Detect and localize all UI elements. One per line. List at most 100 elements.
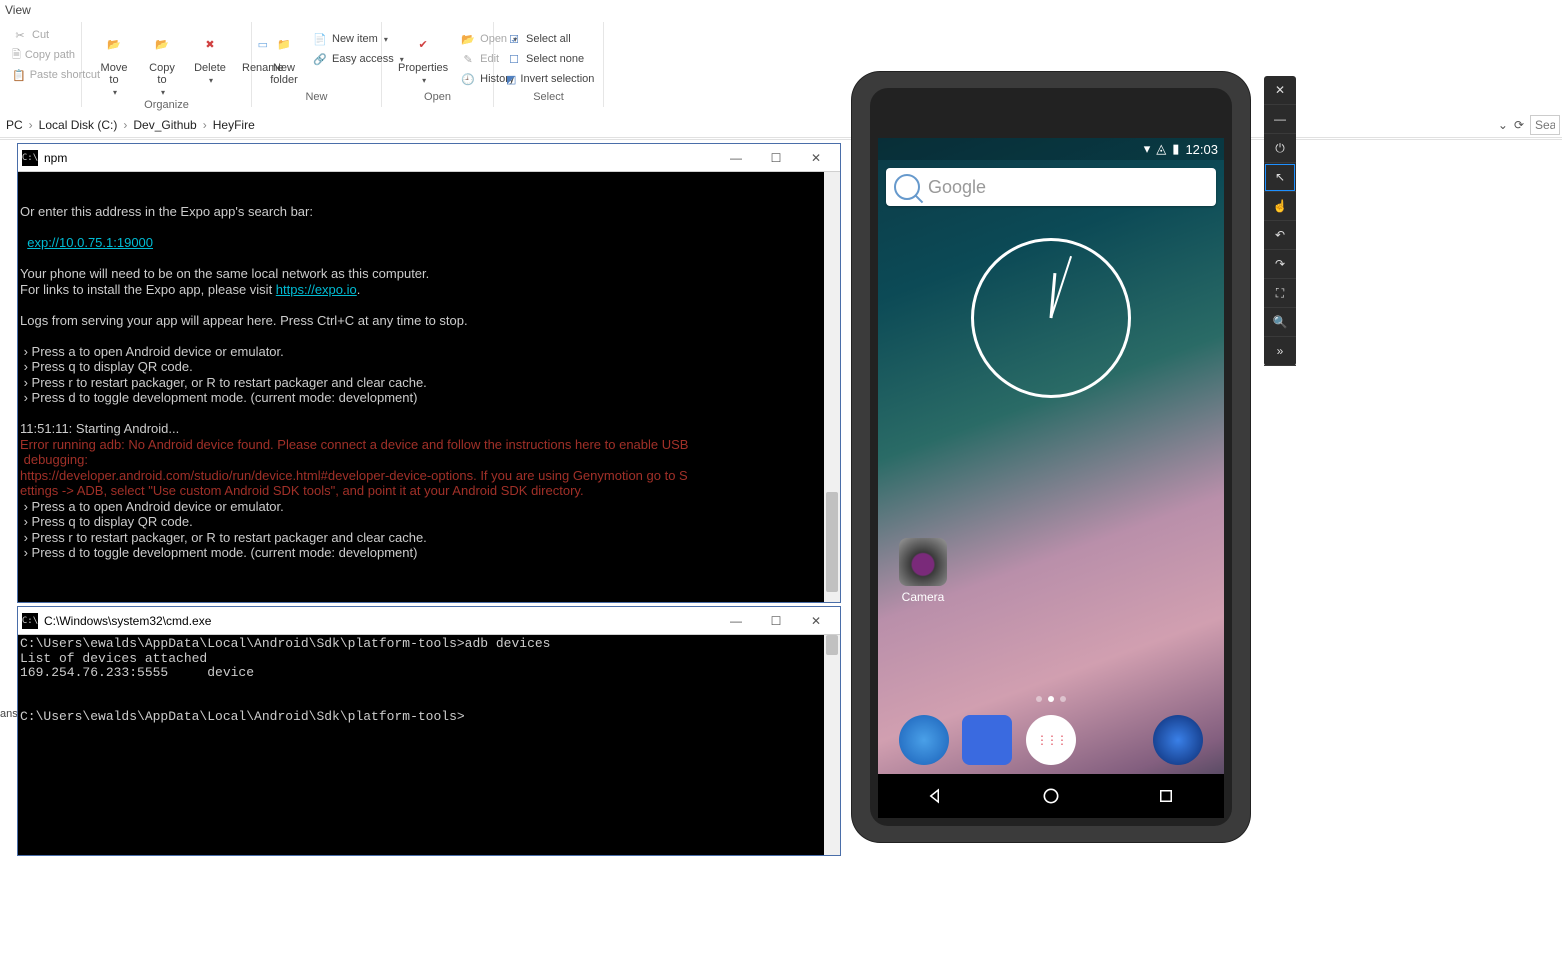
cmd-icon: C:\ [22, 613, 38, 629]
android-status-bar: ▾ ◬ ▮ 12:03 [878, 138, 1224, 160]
close-button[interactable]: ✕ [796, 146, 836, 170]
new-item-icon: 📄 [312, 31, 328, 47]
breadcrumb-item[interactable]: Dev_Github [133, 118, 196, 132]
expo-site-link[interactable]: https://expo.io [276, 282, 357, 297]
no-sim-icon: ◬ [1156, 141, 1166, 157]
easy-access-icon: 🔗 [312, 51, 328, 67]
move-icon: 📂 [98, 28, 130, 60]
properties-icon: ✔ [407, 28, 439, 60]
select-all-icon: ☑ [506, 31, 522, 47]
chevron-right-icon: › [123, 118, 127, 132]
chevron-down-icon: ▾ [113, 88, 117, 97]
emu-touch-button[interactable]: ☝ [1264, 192, 1296, 221]
status-time: 12:03 [1185, 142, 1218, 157]
window-title: C:\Windows\system32\cmd.exe [44, 614, 710, 628]
camera-icon [899, 538, 947, 586]
ribbon-tab-view[interactable]: View [5, 3, 31, 17]
emu-power-button[interactable]: ⏻ [1264, 134, 1296, 163]
group-label-organize: Organize [92, 99, 241, 111]
window-title: npm [44, 151, 710, 165]
emu-minimize-button[interactable]: — [1264, 105, 1296, 134]
home-page-indicator [878, 696, 1224, 702]
ribbon-body: ✂Cut 🗎Copy path 📋Paste shortcut 📂Move to… [0, 22, 1562, 107]
ribbon-group-organize: 📂Move to▾ 📂Copy to▾ ✖Delete▾ ▭Rename Org… [82, 22, 252, 107]
scrollbar[interactable] [824, 635, 840, 855]
phone-app-icon[interactable] [899, 715, 949, 765]
minimize-button[interactable]: — [716, 146, 756, 170]
breadcrumb-item[interactable]: Local Disk (C:) [39, 118, 118, 132]
terminal-output[interactable]: Or enter this address in the Expo app's … [18, 172, 840, 564]
scrollbar-thumb[interactable] [826, 492, 838, 592]
google-placeholder: Google [928, 177, 986, 198]
emulator-toolbar: ✕ — ⏻ ↖ ☝ ↶ ↷ ⛶ 🔍 » [1264, 76, 1296, 366]
cmd-icon: C:\ [22, 150, 38, 166]
new-folder-button[interactable]: 📁New folder [262, 26, 306, 88]
terminal-output[interactable]: C:\Users\ewalds\AppData\Local\Android\Sd… [18, 635, 840, 726]
terminal-window-npm: C:\ npm — ☐ ✕ Or enter this address in t… [17, 143, 841, 603]
emu-rotate-left-button[interactable]: ↶ [1264, 221, 1296, 250]
ribbon-group-clipboard: ✂Cut 🗎Copy path 📋Paste shortcut [0, 22, 82, 107]
refresh-icon[interactable]: ⟳ [1514, 118, 1524, 132]
copy-to-button[interactable]: 📂Copy to▾ [140, 26, 184, 99]
ribbon-group-open: ✔Properties▾ 📂Open▾ ✎Edit 🕘History Open [382, 22, 494, 107]
select-none-button[interactable]: ☐Select none [504, 50, 593, 68]
edit-icon: ✎ [460, 51, 476, 67]
group-label-new: New [262, 91, 371, 103]
chevron-down-icon: ▾ [161, 88, 165, 97]
move-to-button[interactable]: 📂Move to▾ [92, 26, 136, 99]
breadcrumb-item[interactable]: PC [6, 118, 23, 132]
analog-clock-widget[interactable] [971, 238, 1131, 398]
cut-button[interactable]: ✂Cut [10, 26, 71, 44]
minimize-button[interactable]: — [716, 609, 756, 633]
copy-path-button[interactable]: 🗎Copy path [10, 46, 71, 64]
address-bar-right: ⌄ ⟳ [1498, 112, 1560, 138]
emu-close-button[interactable]: ✕ [1264, 76, 1296, 105]
chevron-down-icon: ▾ [422, 76, 426, 85]
chevron-right-icon: › [29, 118, 33, 132]
terminal-titlebar[interactable]: C:\ C:\Windows\system32\cmd.exe — ☐ ✕ [18, 607, 840, 635]
recents-button[interactable] [1155, 785, 1177, 807]
back-button[interactable] [925, 785, 947, 807]
emu-rotate-right-button[interactable]: ↷ [1264, 250, 1296, 279]
chevron-down-icon: ▾ [209, 76, 213, 85]
error-text: Error running adb: No Android device fou… [20, 437, 688, 499]
group-label-open: Open [392, 91, 483, 103]
emu-zoom-button[interactable]: 🔍 [1264, 308, 1296, 337]
android-nav-bar [878, 774, 1224, 818]
emu-fit-button[interactable]: ⛶ [1264, 279, 1296, 308]
invert-icon: ◩ [506, 71, 516, 87]
maximize-button[interactable]: ☐ [756, 609, 796, 633]
paste-shortcut-button[interactable]: 📋Paste shortcut [10, 66, 71, 84]
terminal-titlebar[interactable]: C:\ npm — ☐ ✕ [18, 144, 840, 172]
breadcrumb[interactable]: PC › Local Disk (C:) › Dev_Github › HeyFire [0, 112, 1562, 138]
folder-icon: 📁 [268, 28, 300, 60]
close-button[interactable]: ✕ [796, 609, 836, 633]
scissors-icon: ✂ [12, 27, 28, 43]
breadcrumb-item[interactable]: HeyFire [213, 118, 255, 132]
chevron-right-icon: › [203, 118, 207, 132]
emu-more-button[interactable]: » [1264, 337, 1296, 366]
scrollbar[interactable] [824, 172, 840, 602]
contacts-app-icon[interactable] [962, 715, 1012, 765]
delete-icon: ✖ [194, 28, 226, 60]
google-search-widget[interactable]: Google [886, 168, 1216, 206]
dropdown-caret-icon[interactable]: ⌄ [1498, 118, 1508, 132]
browser-app-icon[interactable] [1153, 715, 1203, 765]
camera-app-icon[interactable]: Camera [898, 538, 948, 604]
search-input[interactable] [1530, 115, 1560, 135]
expo-url-link[interactable]: exp://10.0.75.1:19000 [27, 235, 153, 250]
maximize-button[interactable]: ☐ [756, 146, 796, 170]
select-all-button[interactable]: ☑Select all [504, 30, 593, 48]
emulator-screen[interactable]: ▾ ◬ ▮ 12:03 Google Camera [878, 138, 1224, 818]
history-icon: 🕘 [460, 71, 476, 87]
delete-button[interactable]: ✖Delete▾ [188, 26, 232, 99]
app-drawer-icon[interactable]: ⋮⋮⋮ [1026, 715, 1076, 765]
invert-selection-button[interactable]: ◩Invert selection [504, 70, 593, 88]
app-label: Camera [902, 590, 945, 604]
home-button[interactable] [1040, 785, 1062, 807]
scrollbar-thumb[interactable] [826, 635, 838, 655]
emu-pointer-button[interactable]: ↖ [1264, 163, 1296, 192]
properties-button[interactable]: ✔Properties▾ [392, 26, 454, 88]
truncated-text: ans [0, 708, 18, 720]
path-icon: 🗎 [12, 47, 21, 63]
